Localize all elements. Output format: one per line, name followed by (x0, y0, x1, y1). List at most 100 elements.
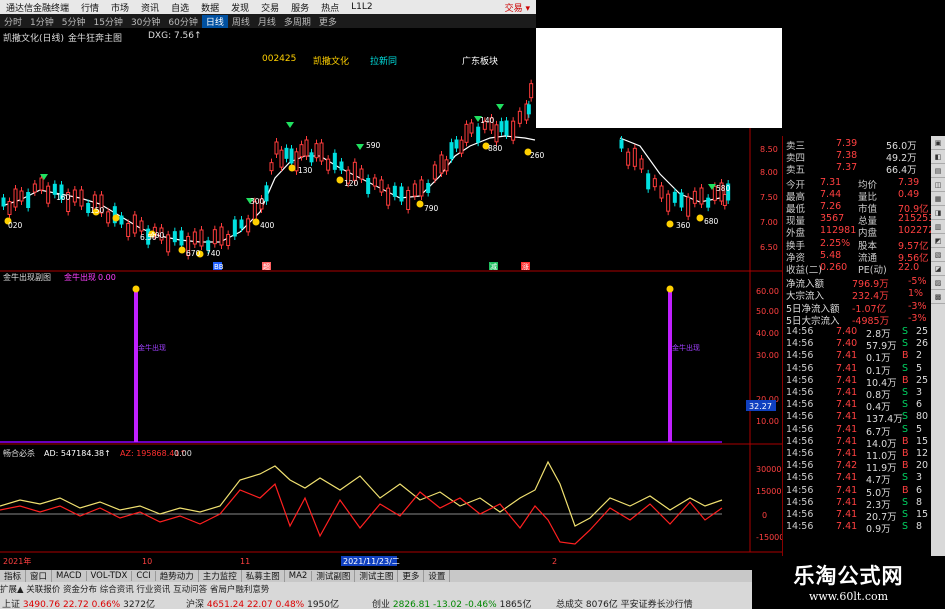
quote-panel: 卖三 7.39 56.0万 卖四 7.38 49.2万 卖五 7.37 66.4万 今开 7.31 均… (782, 136, 934, 556)
tool-icon-5[interactable]: ▦ (931, 192, 945, 206)
period-multi[interactable]: 多周期 (280, 15, 315, 28)
period-5min[interactable]: 5分钟 (58, 15, 90, 28)
period-1min[interactable]: 1分钟 (26, 15, 58, 28)
label-p18: 400 (150, 231, 165, 240)
link-qa[interactable]: 互动问答 (173, 585, 207, 595)
tick-row: 14:56 7.41 0.9万 S 8 (786, 521, 923, 536)
date-label-1: 2021年 (3, 556, 31, 566)
tool-icon-12[interactable]: ▩ (931, 290, 945, 304)
panel2-title[interactable]: 金牛出现副图 (3, 272, 51, 282)
bull-icon-2 (666, 285, 674, 293)
ask-row: 卖五 7.37 66.4万 (786, 162, 917, 177)
candle-body (1, 197, 6, 207)
indicator-tab[interactable]: 测试主图 (355, 570, 399, 582)
candle-body (319, 142, 324, 162)
index-cy[interactable]: 创业 2826.81 -13.02 -0.46% 1865亿 (372, 597, 532, 609)
candle-body (412, 183, 417, 197)
candle-body (392, 185, 397, 197)
menu-item-l1l2[interactable]: L1L2 (345, 2, 378, 12)
watermark-url: www.60lt.com (808, 590, 889, 603)
candle-body (212, 229, 217, 245)
candle-body (619, 139, 624, 149)
chart-area[interactable]: 020 160 6.50 670 740 300 400 130 120 590… (0, 28, 782, 570)
candle-body (706, 197, 711, 208)
index-hs[interactable]: 沪深 4651.24 22.07 0.48% 1950亿 (186, 597, 339, 609)
menu-item-hangqing[interactable]: 行情 (75, 1, 105, 14)
stat-row: 最低 7.26 市值 70.9亿 (786, 201, 929, 215)
panel3-title[interactable]: 畅合必杀 (3, 448, 35, 458)
candle-body (72, 189, 77, 203)
indicator-tab[interactable]: 趋势动力 (156, 570, 199, 582)
tool-icon-10[interactable]: ◪ (931, 262, 945, 276)
tool-icon-6[interactable]: ◨ (931, 206, 945, 220)
link-related[interactable]: 关联报价 (26, 585, 60, 595)
panel3-az2: 0.00 (174, 449, 192, 458)
index-sh[interactable]: 上证 3490.76 22.72 0.66% 3272亿 (2, 597, 155, 609)
candle-body (639, 158, 644, 170)
menu-item-jiaoyi[interactable]: 交易 (255, 1, 285, 14)
signal-dot (288, 164, 296, 172)
candle-body (511, 120, 516, 141)
menu-item-shichang[interactable]: 市场 (105, 1, 135, 14)
menu-item-zixuan[interactable]: 自选 (165, 1, 195, 14)
candle-body (469, 122, 474, 134)
date-label-5: 2 (552, 557, 557, 566)
tool-icon-4[interactable]: ◫ (931, 178, 945, 192)
indicator-tab[interactable]: MA2 (285, 571, 313, 581)
indicator-tab[interactable]: MACD (52, 571, 87, 581)
period-fenshi[interactable]: 分时 (0, 15, 26, 28)
indicator-tab[interactable]: 更多 (398, 570, 425, 582)
label-p4: 670 (186, 249, 201, 258)
signal-dot (696, 214, 704, 222)
period-15min[interactable]: 15分钟 (89, 15, 126, 28)
indicator-tab[interactable]: 窗口 (26, 570, 53, 582)
period-monthly[interactable]: 月线 (254, 15, 280, 28)
chart-gap (536, 132, 592, 270)
label-p14: 260 (530, 151, 545, 160)
link-expand[interactable]: 扩展▲ (0, 585, 24, 595)
tool-icon-7[interactable]: ▥ (931, 220, 945, 234)
indicator-tab[interactable]: VOL-TDX (87, 571, 133, 581)
date-label-2: 10 (142, 557, 152, 566)
candle-body (529, 83, 534, 99)
tool-icon-1[interactable]: ▣ (931, 136, 945, 150)
stat-row: 今开 7.31 均价 7.39 (786, 176, 920, 191)
trade-button[interactable]: 交易 ▾ (499, 1, 536, 14)
period-60min[interactable]: 60分钟 (164, 15, 201, 28)
candle-body (304, 139, 309, 157)
menu-item-zixun[interactable]: 资讯 (135, 1, 165, 14)
period-weekly[interactable]: 周线 (228, 15, 254, 28)
label-p15: 360 (676, 221, 691, 230)
menu-item-shuju[interactable]: 数据 (195, 1, 225, 14)
indicator-tab[interactable]: 私募主图 (242, 570, 285, 582)
indicator-tab[interactable]: 测试副图 (312, 570, 356, 582)
link-misc[interactable]: 省局户融利意势 (210, 585, 270, 595)
label-p6: 300 (250, 197, 265, 206)
menu-item-redian[interactable]: 热点 (315, 1, 345, 14)
tool-icon-3[interactable]: ▤ (931, 164, 945, 178)
indicator-tab[interactable]: 设置 (424, 570, 451, 582)
tool-icon-9[interactable]: ▧ (931, 248, 945, 262)
link-fund[interactable]: 资金分布 (63, 585, 97, 595)
tool-icon-2[interactable]: ◧ (931, 150, 945, 164)
period-30min[interactable]: 30分钟 (127, 15, 164, 28)
link-news[interactable]: 综合资讯 (100, 585, 134, 595)
link-industry[interactable]: 行业资讯 (136, 585, 170, 595)
label-p7: 400 (260, 221, 275, 230)
candle-body (139, 220, 144, 232)
indicator-tab[interactable]: 指标 (0, 570, 27, 582)
main-scale-3: 7.50 (760, 193, 778, 202)
indicator-tab[interactable]: CCI (132, 571, 156, 581)
indicator-tab[interactable]: 主力监控 (199, 570, 242, 582)
label-p10: 590 (366, 141, 381, 150)
tick-row: 14:56 7.40 57.9万 S 26 (786, 338, 929, 353)
tick-row: 14:56 7.41 2.3万 S 8 (786, 496, 923, 511)
menu-item-faxian[interactable]: 发现 (225, 1, 255, 14)
menu-item-fuwu[interactable]: 服务 (285, 1, 315, 14)
tool-icon-11[interactable]: ▨ (931, 276, 945, 290)
period-daily[interactable]: 日线 (201, 14, 228, 28)
period-more[interactable]: 更多 (315, 15, 341, 28)
tool-icon-8[interactable]: ◩ (931, 234, 945, 248)
candle-body (219, 226, 224, 246)
panel2-value: 0.00 (98, 273, 116, 282)
